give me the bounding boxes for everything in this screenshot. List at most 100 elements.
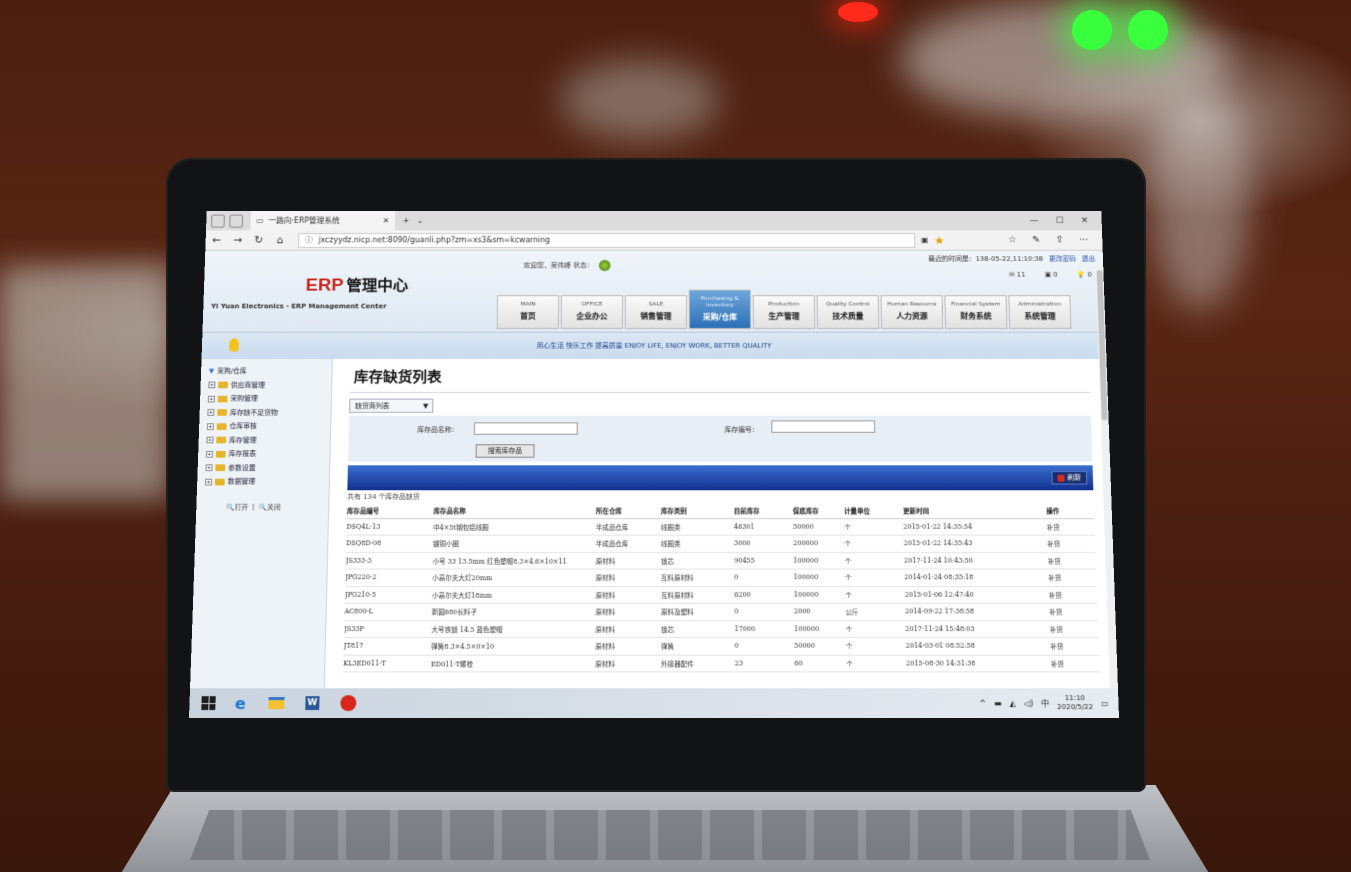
- clock[interactable]: 11:10 2020/5/22: [1057, 694, 1093, 712]
- item-name-input[interactable]: [473, 422, 578, 435]
- message-counters: ✉ 11 ▣ 0 💡 0: [1009, 271, 1092, 278]
- windows-start-icon[interactable]: [201, 696, 216, 711]
- logout-link[interactable]: 退出: [1082, 254, 1096, 263]
- restock-link[interactable]: 补货: [1012, 569, 1097, 587]
- file-explorer-icon[interactable]: [265, 692, 288, 714]
- browser-tab[interactable]: ▭ 一路向·ERP管理系统 ✕: [250, 210, 396, 231]
- volume-icon[interactable]: ◁): [1024, 699, 1034, 708]
- sidebar-item-settings[interactable]: + 参数设置: [205, 461, 329, 475]
- maximize-icon[interactable]: ☐: [1056, 216, 1064, 225]
- expand-icon: +: [205, 464, 213, 472]
- menu-quality[interactable]: Quality Control 技术质量: [816, 295, 880, 329]
- refresh-icon[interactable]: ↻: [248, 234, 270, 246]
- sidebar-item-supplier[interactable]: + 供应商管理: [208, 378, 331, 392]
- tab-list-chevron-icon[interactable]: ⌄: [417, 216, 424, 224]
- table-cell: 外接器配件: [660, 654, 735, 672]
- slogan-text: 用心生活 快乐工作 提高质量 ENJOY LIFE, ENJOY WORK, B…: [536, 342, 772, 350]
- table-cell: 个: [845, 586, 905, 604]
- table-cell: 互料原材料: [660, 586, 735, 604]
- open-all-button[interactable]: 🔍打开: [226, 502, 249, 512]
- col-unit[interactable]: 计量单位: [843, 503, 904, 519]
- restock-link[interactable]: 补货: [1011, 518, 1095, 536]
- col-code[interactable]: 库存品编号: [346, 503, 434, 519]
- refresh-button[interactable]: 刷新: [1051, 471, 1088, 485]
- col-updated[interactable]: 更新时间: [902, 503, 1012, 519]
- menu-hr[interactable]: Human Resource 人力资源: [880, 295, 944, 329]
- close-window-icon[interactable]: ✕: [1081, 216, 1089, 225]
- sidebar-root[interactable]: ▼ 采购/仓库: [209, 365, 332, 379]
- menu-production[interactable]: Production 生产管理: [752, 295, 816, 329]
- favorites-hub-icon[interactable]: ☆: [1008, 235, 1017, 245]
- table-cell: 原材料: [595, 586, 661, 604]
- folder-icon: [218, 381, 229, 389]
- sidebar-item-audit[interactable]: + 仓库审核: [206, 420, 331, 434]
- table-cell: 2014-09-22 17:38:58: [904, 603, 1015, 621]
- menu-office[interactable]: OFFICE 企业办公: [560, 295, 624, 329]
- table-row: JPG210-5 小高尔夫大灯18mm 原材料 互料原材料 6200 100000 个 201…: [344, 586, 1098, 604]
- menu-finance[interactable]: Financial System 财务系统: [944, 295, 1008, 329]
- restock-link[interactable]: 补货: [1013, 586, 1098, 604]
- battery-icon[interactable]: ▬: [994, 699, 1002, 708]
- restock-link[interactable]: 补货: [1012, 535, 1096, 553]
- menu-main[interactable]: MAIN 首页: [496, 295, 560, 329]
- restock-link[interactable]: 补货: [1013, 603, 1098, 621]
- menu-admin[interactable]: Administration 系统管理: [1008, 295, 1072, 329]
- sidebar-item-data[interactable]: + 数据管理: [204, 475, 329, 489]
- word-icon[interactable]: W: [301, 692, 324, 714]
- change-password-link[interactable]: 更改密码: [1049, 254, 1076, 263]
- ime-indicator[interactable]: 中: [1041, 698, 1049, 709]
- close-all-button[interactable]: 🔍关闭: [258, 502, 281, 512]
- col-name[interactable]: 库存品名称: [433, 503, 596, 519]
- sidebar-item-shortage[interactable]: + 库存缺不足货物: [207, 406, 331, 420]
- item-code-input[interactable]: [771, 420, 876, 433]
- favorite-star-icon[interactable]: ★: [934, 234, 945, 247]
- tips-counter[interactable]: 💡 0: [1077, 271, 1092, 278]
- table-cell: 个: [844, 535, 904, 553]
- reading-view-icon[interactable]: ▣: [921, 236, 928, 244]
- sidebar-item-inventory[interactable]: + 库存管理: [206, 433, 330, 447]
- table-cell: 镀铜小圈: [432, 535, 596, 553]
- new-tab-button[interactable]: +: [403, 216, 410, 224]
- expand-icon: +: [204, 478, 213, 486]
- pen-icon[interactable]: ✎: [1032, 235, 1040, 245]
- laptop-keyboard: [190, 810, 1150, 860]
- col-stock[interactable]: 目前库存: [733, 503, 793, 519]
- search-button[interactable]: 搜索库存品: [475, 444, 535, 458]
- table-cell: 100000: [793, 620, 846, 638]
- list-type-select[interactable]: 缺货商列表 ▼: [349, 398, 434, 413]
- app-red-icon[interactable]: [337, 692, 359, 714]
- back-icon[interactable]: ←: [205, 234, 227, 246]
- chevron-up-icon[interactable]: ^: [979, 699, 986, 708]
- menu-sale[interactable]: SALE 销售管理: [624, 295, 688, 329]
- sidebar-item-purchase[interactable]: + 采购管理: [207, 392, 331, 406]
- tab-back-icon[interactable]: [229, 214, 244, 228]
- minimize-icon[interactable]: —: [1030, 216, 1039, 225]
- network-icon[interactable]: ◭: [1010, 699, 1016, 708]
- url-field[interactable]: ⓘ jxczyydz.nicp.net:8090/guanli.php?zm=x…: [298, 232, 916, 248]
- col-min-stock[interactable]: 保底库存: [792, 503, 845, 519]
- tab-close-icon[interactable]: ✕: [383, 216, 390, 224]
- messages-counter[interactable]: ✉ 11: [1009, 271, 1026, 278]
- code-label: 库存编号：: [724, 426, 759, 434]
- notification-icon[interactable]: ▭: [1101, 699, 1109, 708]
- col-category[interactable]: 库存类别: [660, 503, 734, 519]
- home-icon[interactable]: ⌂: [269, 234, 291, 246]
- edge-icon[interactable]: e: [229, 692, 252, 714]
- logo-subtitle: Yi Yuan Electronics - ERP Management Cen…: [210, 302, 387, 311]
- bulb-icon: [229, 338, 240, 352]
- notice-counter[interactable]: ▣ 0: [1045, 271, 1058, 278]
- restock-link[interactable]: 补货: [1014, 637, 1099, 655]
- sidebar-item-report[interactable]: + 库存报表: [205, 447, 330, 461]
- restock-link[interactable]: 补货: [1014, 620, 1099, 638]
- share-icon[interactable]: ⇪: [1056, 235, 1064, 245]
- taskbar: e W ^ ▬ ◭ ◁) 中 11:10 2020/5/22 ▭: [189, 688, 1119, 718]
- background-window-glare: [0, 265, 170, 500]
- table-cell: JPG210-5: [344, 586, 433, 604]
- col-warehouse[interactable]: 所在仓库: [595, 503, 661, 519]
- restock-link[interactable]: 补货: [1015, 654, 1100, 672]
- menu-purchasing[interactable]: Purchasing & Inventory 采购/仓库: [688, 289, 752, 329]
- forward-icon[interactable]: →: [227, 234, 249, 246]
- more-icon[interactable]: ⋯: [1079, 235, 1089, 245]
- tab-preview-icon[interactable]: [210, 214, 225, 228]
- restock-link[interactable]: 补货: [1012, 552, 1097, 570]
